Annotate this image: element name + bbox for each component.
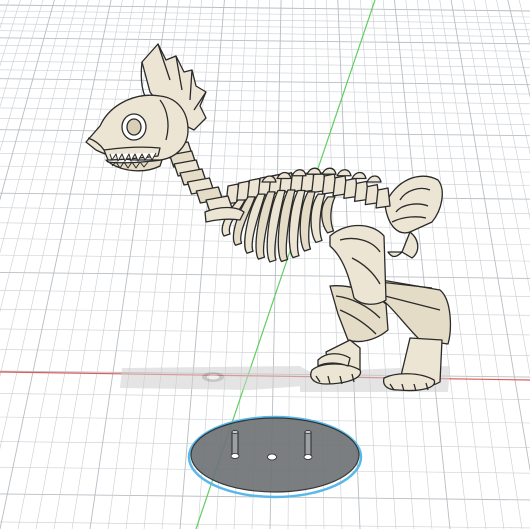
base-center-hole <box>267 453 277 461</box>
vertebra <box>375 187 391 209</box>
3d-viewport[interactable] <box>0 0 530 529</box>
base-pin-right <box>303 430 313 460</box>
display-base[interactable] <box>187 415 363 499</box>
base-pin-left <box>230 430 240 459</box>
